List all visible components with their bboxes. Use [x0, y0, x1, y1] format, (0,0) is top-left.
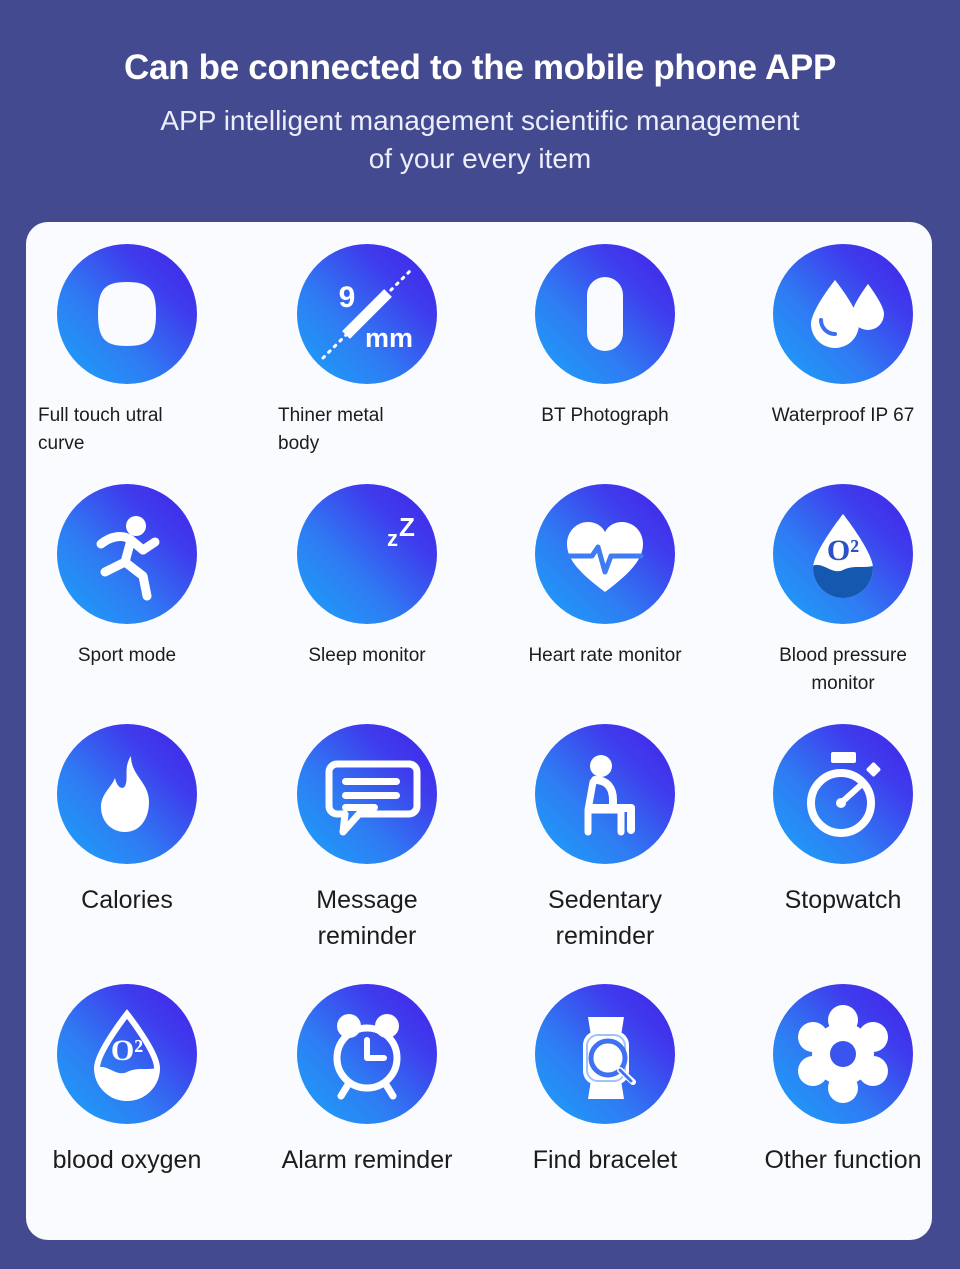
thickness-9mm-icon: 9 mm [297, 244, 437, 384]
page-title: Can be connected to the mobile phone APP [123, 48, 837, 87]
svg-text:9: 9 [339, 281, 356, 314]
feature-card: Full touch utral curve 9 mm Thiner metal… [26, 222, 932, 1240]
o2-droplet-outline-icon: O² [57, 984, 197, 1124]
moon-zzz-icon: z Z [297, 484, 437, 624]
flame-icon [57, 724, 197, 864]
feature-label: Sleep monitor [308, 645, 426, 666]
svg-text:Z: Z [399, 512, 415, 542]
feature-other-function[interactable]: Other function [730, 984, 956, 1178]
gear-icon [773, 984, 913, 1124]
sitting-person-icon [535, 724, 675, 864]
feature-grid: Full touch utral curve 9 mm Thiner metal… [26, 222, 932, 1240]
watch-search-icon [535, 984, 675, 1124]
capsule-shutter-icon [535, 244, 675, 384]
alarm-clock-icon [297, 984, 437, 1124]
running-person-icon [57, 484, 197, 624]
feature-waterproof-ip67[interactable]: Waterproof IP 67 [730, 244, 956, 430]
feature-label: Other function [764, 1146, 922, 1174]
page-subtitle: APP intelligent management scientific ma… [160, 105, 800, 175]
feature-label: Full touch utral curve [38, 405, 163, 454]
feature-sport-mode[interactable]: Sport mode [14, 484, 240, 670]
feature-label: Sedentary reminder [548, 886, 662, 951]
feature-label: Thiner metal body [278, 405, 384, 454]
feature-label: Calories [81, 886, 173, 914]
heart-pulse-icon [535, 484, 675, 624]
squircle-screen-icon [57, 244, 197, 384]
svg-text:O²: O² [111, 1034, 143, 1067]
feature-label: Message reminder [316, 886, 418, 951]
feature-alarm-reminder[interactable]: Alarm reminder [254, 984, 480, 1178]
promo-page: Can be connected to the mobile phone APP… [0, 0, 960, 1269]
feature-label: Alarm reminder [281, 1146, 453, 1174]
feature-stopwatch[interactable]: Stopwatch [730, 724, 956, 918]
feature-message-reminder[interactable]: Message reminder [254, 724, 480, 955]
feature-label: Sport mode [77, 645, 177, 666]
feature-heart-rate-monitor[interactable]: Heart rate monitor [492, 484, 718, 670]
feature-label: BT Photograph [541, 405, 669, 426]
o2-droplet-filled-icon: O² [773, 484, 913, 624]
feature-thiner-metal-body[interactable]: 9 mm Thiner metal body [254, 244, 480, 457]
feature-label: Blood pressure monitor [779, 645, 907, 694]
stopwatch-icon [773, 724, 913, 864]
feature-find-bracelet[interactable]: Find bracelet [492, 984, 718, 1178]
feature-blood-oxygen[interactable]: O² blood oxygen [14, 984, 240, 1178]
feature-calories[interactable]: Calories [14, 724, 240, 918]
svg-text:z: z [387, 526, 398, 551]
svg-text:mm: mm [365, 323, 413, 353]
feature-label: Stopwatch [784, 886, 902, 914]
feature-label: Heart rate monitor [528, 645, 682, 666]
svg-text:O²: O² [827, 534, 859, 567]
feature-sleep-monitor[interactable]: z Z Sleep monitor [254, 484, 480, 670]
speech-bubble-icon [297, 724, 437, 864]
feature-blood-pressure-monitor[interactable]: O² Blood pressure monitor [730, 484, 956, 697]
feature-full-touch-utral-curve[interactable]: Full touch utral curve [14, 244, 240, 457]
feature-label: Waterproof IP 67 [771, 405, 915, 426]
feature-bt-photograph[interactable]: BT Photograph [492, 244, 718, 430]
water-drops-icon [773, 244, 913, 384]
feature-label: blood oxygen [52, 1146, 202, 1174]
feature-label: Find bracelet [532, 1146, 678, 1174]
feature-sedentary-reminder[interactable]: Sedentary reminder [492, 724, 718, 955]
header: Can be connected to the mobile phone APP… [0, 0, 960, 222]
